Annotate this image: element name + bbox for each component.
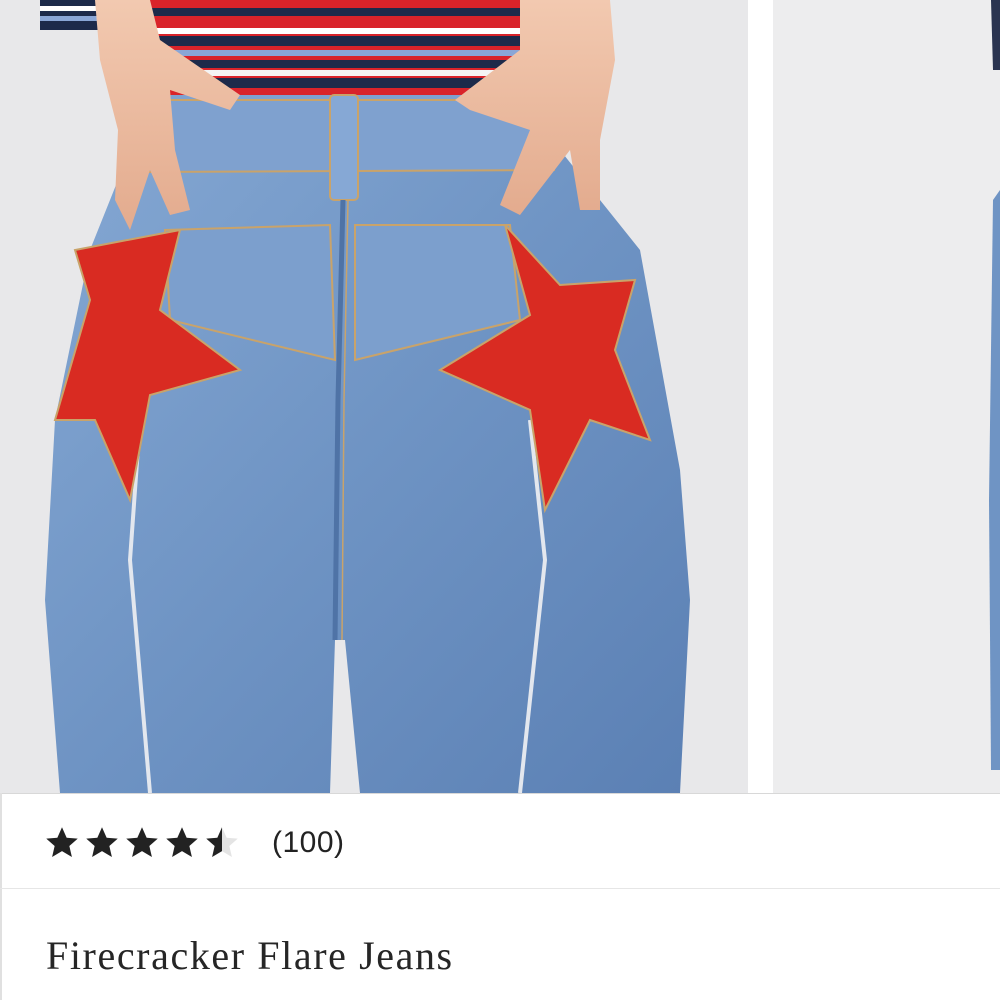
panel-edge bbox=[0, 793, 2, 1000]
review-count-link[interactable]: (100) bbox=[272, 826, 345, 860]
star-half-icon bbox=[206, 827, 238, 857]
product-image-next[interactable] bbox=[773, 0, 1000, 793]
product-title: Firecracker Flare Jeans bbox=[46, 933, 454, 978]
jeans-side-photo bbox=[773, 0, 1000, 793]
product-rating[interactable]: (100) bbox=[44, 818, 345, 868]
product-image-carousel[interactable] bbox=[0, 0, 1000, 793]
product-image-main[interactable] bbox=[0, 0, 748, 793]
section-divider bbox=[0, 888, 1000, 889]
star-full-icon bbox=[46, 827, 78, 857]
star-full-icon bbox=[166, 827, 198, 857]
rating-stars bbox=[44, 825, 244, 861]
star-full-icon bbox=[86, 827, 118, 857]
image-divider bbox=[0, 793, 1000, 794]
jeans-back-photo bbox=[0, 0, 748, 793]
star-full-icon bbox=[126, 827, 158, 857]
